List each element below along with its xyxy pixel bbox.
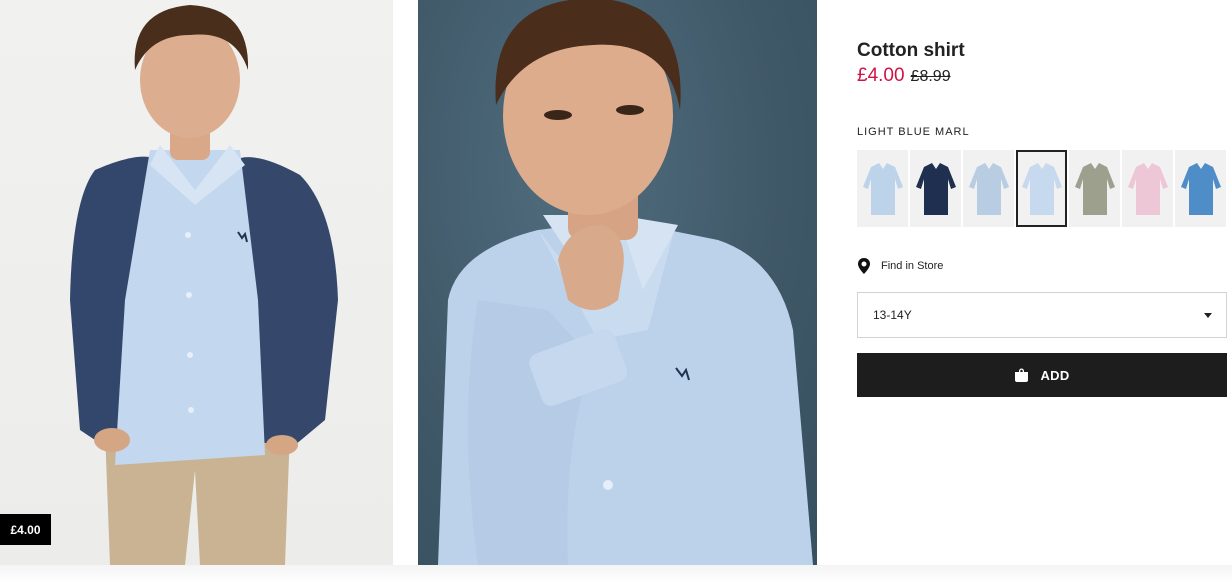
size-select[interactable]: 13-14Y [857, 292, 1227, 338]
product-image-model-closeup[interactable] [418, 0, 817, 565]
product-title: Cotton shirt [857, 40, 965, 61]
shirt-icon [915, 162, 956, 215]
image-price-chip: £4.00 [0, 514, 51, 545]
page-bottom-edge [0, 565, 1232, 583]
original-price: £8.99 [910, 68, 951, 85]
product-image-model-cardigan[interactable]: £4.00 [0, 0, 393, 565]
color-swatches [857, 150, 1226, 227]
model-illustration-left [70, 5, 338, 565]
swatch-pink[interactable] [1122, 150, 1173, 227]
add-to-bag-button[interactable]: ADD [857, 353, 1227, 397]
shirt-icon [862, 162, 903, 215]
shopping-bag-icon [1014, 368, 1029, 382]
price-row: £4.00 £8.99 [857, 65, 951, 87]
shirt-icon [1180, 162, 1221, 215]
find-in-store-link[interactable]: Find in Store [857, 258, 943, 274]
sale-price: £4.00 [857, 65, 905, 86]
selected-color-label: LIGHT BLUE MARL [857, 126, 970, 138]
swatch-khaki-striped[interactable] [1069, 150, 1120, 227]
swatch-light-blue-marl[interactable] [1016, 150, 1067, 227]
swatch-dark-blue[interactable] [910, 150, 961, 227]
swatch-light-blue[interactable] [857, 150, 908, 227]
shirt-icon [1021, 162, 1062, 215]
caret-down-icon [1204, 312, 1212, 318]
shirt-icon [968, 162, 1009, 215]
shirt-icon [1074, 162, 1115, 215]
swatch-denim-blue[interactable] [1175, 150, 1226, 227]
model-illustration-right [438, 0, 813, 565]
shirt-icon [1127, 162, 1168, 215]
add-button-label: ADD [1040, 367, 1070, 383]
find-in-store-label: Find in Store [881, 260, 944, 272]
swatch-blue-striped[interactable] [963, 150, 1014, 227]
location-pin-icon [857, 258, 871, 274]
size-select-value: 13-14Y [873, 308, 912, 322]
product-details-panel: Cotton shirt £4.00 £8.99 LIGHT BLUE MARL [857, 0, 1227, 565]
